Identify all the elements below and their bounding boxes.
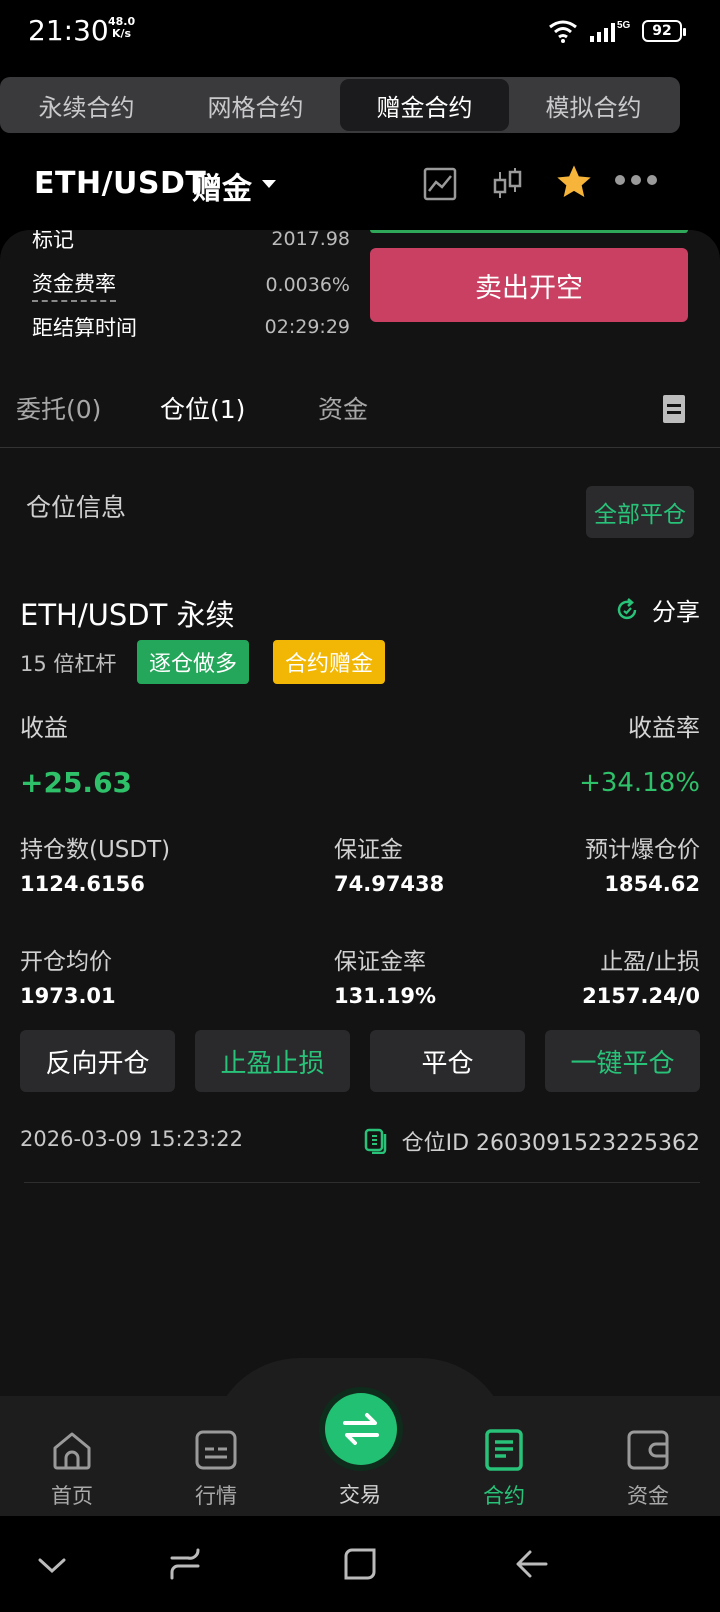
document-icon[interactable] xyxy=(662,394,686,424)
net-speed-unit: K/s xyxy=(112,27,132,40)
share-label: 分享 xyxy=(652,598,700,626)
mark-price-label: 标记 xyxy=(32,230,74,252)
status-time: 21:30 xyxy=(28,14,109,47)
hide-keyboard-icon[interactable] xyxy=(38,1558,66,1574)
pair-selector[interactable]: ETH/USDT xyxy=(34,166,206,201)
tab-bonus[interactable]: 赠金合约 xyxy=(340,79,509,131)
chevron-down-icon[interactable] xyxy=(262,180,276,188)
funding-rate-row: 资金费率 0.0036% xyxy=(32,268,350,302)
sell-short-button[interactable]: 卖出开空 xyxy=(370,248,688,322)
tpsl-label: 止盈/止损 xyxy=(600,949,700,975)
position-date: 2026-03-09 15:23:22 xyxy=(20,1127,244,1151)
mode-label[interactable]: 赠金 xyxy=(192,164,252,208)
tab-positions[interactable]: 仓位(1) xyxy=(160,390,245,426)
network-type: 5G xyxy=(617,20,631,31)
trade-button[interactable] xyxy=(325,1393,397,1465)
position-id-text: 仓位ID 2603091523225362 xyxy=(401,1131,700,1156)
tab-grid[interactable]: 网格合约 xyxy=(171,79,340,131)
share-button[interactable]: 分享 xyxy=(614,592,700,627)
contract-icon xyxy=(485,1429,523,1471)
swap-icon xyxy=(343,1413,379,1445)
close-position-button[interactable]: 平仓 xyxy=(370,1030,525,1092)
battery-level: 92 xyxy=(652,23,672,39)
funding-rate-label[interactable]: 资金费率 xyxy=(32,268,116,302)
liq-price-value: 1854.62 xyxy=(604,872,700,896)
main-panel: 标记 2017.98 资金费率 0.0036% 距结算时间 02:29:29 卖… xyxy=(0,230,720,1400)
tab-orders[interactable]: 委托(0) xyxy=(16,390,101,426)
margin-value: 74.97438 xyxy=(334,872,445,896)
nav-home[interactable]: 首页 xyxy=(12,1428,132,1510)
chart-icon[interactable] xyxy=(422,166,458,202)
candlestick-icon[interactable] xyxy=(490,166,526,202)
nav-assets[interactable]: 资金 xyxy=(588,1428,708,1510)
nav-contract-label: 合约 xyxy=(483,1484,525,1508)
pnl-value: +25.63 xyxy=(20,766,133,799)
status-icons: 5G 92 xyxy=(548,16,686,46)
margin-label: 保证金 xyxy=(334,837,403,863)
tab-demo[interactable]: 模拟合约 xyxy=(509,79,678,131)
settlement-row: 距结算时间 02:29:29 xyxy=(32,312,350,342)
bonus-badge: 合约赠金 xyxy=(273,640,386,684)
position-id[interactable]: 仓位ID 2603091523225362 xyxy=(364,1125,700,1157)
home-icon xyxy=(53,1432,91,1470)
nav-trade-label[interactable]: 交易 xyxy=(300,1479,420,1509)
nav-home-label: 首页 xyxy=(51,1484,93,1508)
pnl-label: 收益 xyxy=(20,714,68,742)
more-icon[interactable] xyxy=(614,174,658,186)
pnl-rate-value: +34.18% xyxy=(579,768,700,798)
divider xyxy=(24,1182,700,1183)
nav-market-label: 行情 xyxy=(195,1484,237,1508)
nav-contract[interactable]: 合约 xyxy=(444,1428,564,1510)
trade-header: ETH/USDT 赠金 xyxy=(0,150,720,222)
margin-ratio-label: 保证金率 xyxy=(334,949,426,975)
tpsl-button[interactable]: 止盈止损 xyxy=(195,1030,350,1092)
mark-price-row: 标记 2017.98 xyxy=(32,230,350,254)
tpsl-value: 2157.24/0 xyxy=(582,984,700,1008)
status-bar: 21:30 48.0 K/s 5G 92 xyxy=(0,0,720,64)
wifi-icon xyxy=(549,20,577,43)
star-icon[interactable] xyxy=(554,162,594,202)
nav-market[interactable]: 行情 xyxy=(156,1428,276,1510)
entry-price-label: 开仓均价 xyxy=(20,949,112,975)
system-nav-bar xyxy=(0,1516,720,1612)
recent-apps-icon[interactable] xyxy=(168,1546,202,1582)
tab-perpetual[interactable]: 永续合约 xyxy=(2,79,171,131)
reverse-open-button[interactable]: 反向开仓 xyxy=(20,1030,175,1092)
pnl-rate-label: 收益率 xyxy=(628,714,700,742)
leverage-label: 15 倍杠杆 xyxy=(20,652,117,676)
wallet-icon xyxy=(627,1430,669,1470)
contract-type-tabs: 永续合约 网格合约 赠金合约 模拟合约 xyxy=(0,77,680,133)
home-square-icon[interactable] xyxy=(342,1546,378,1582)
size-label: 持仓数(USDT) xyxy=(20,837,171,863)
size-value: 1124.6156 xyxy=(20,872,145,896)
position-name: ETH/USDT 永续 xyxy=(20,598,235,632)
close-all-button[interactable]: 全部平仓 xyxy=(586,486,694,538)
nav-assets-label: 资金 xyxy=(627,1484,669,1508)
net-speed: 48.0 K/s xyxy=(108,16,135,40)
share-icon xyxy=(617,597,637,619)
market-icon xyxy=(195,1430,237,1470)
settlement-value: 02:29:29 xyxy=(264,316,350,338)
position-info-title: 仓位信息 xyxy=(26,493,127,522)
signal-icon: 5G xyxy=(590,20,631,42)
margin-ratio-value: 131.19% xyxy=(334,984,437,1008)
copy-icon[interactable] xyxy=(364,1128,388,1154)
buy-button-edge[interactable] xyxy=(370,230,688,233)
one-click-close-button[interactable]: 一键平仓 xyxy=(545,1030,700,1092)
battery-icon: 92 xyxy=(642,20,686,42)
entry-price-value: 1973.01 xyxy=(20,984,116,1008)
tab-assets[interactable]: 资金 xyxy=(318,390,368,426)
settlement-label: 距结算时间 xyxy=(32,316,137,340)
funding-rate-value: 0.0036% xyxy=(265,274,350,296)
back-icon[interactable] xyxy=(514,1546,550,1582)
mark-price-value: 2017.98 xyxy=(271,230,350,250)
liq-price-label: 预计爆仓价 xyxy=(585,837,700,863)
margin-mode-badge: 逐仓做多 xyxy=(137,640,250,684)
order-tabs: 委托(0) 仓位(1) 资金 xyxy=(0,370,720,448)
